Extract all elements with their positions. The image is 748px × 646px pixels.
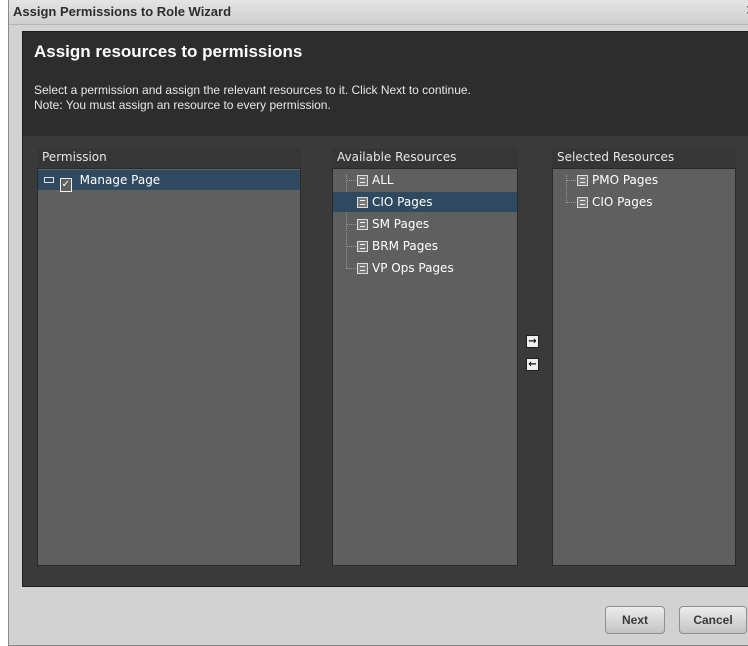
panel-header: Assign resources to permissions Select a…: [23, 32, 748, 136]
available-item-label: CIO Pages: [372, 195, 433, 209]
wizard-dialog: Assign Permissions to Role Wizard × Assi…: [8, 0, 748, 646]
available-item-all[interactable]: ALL: [357, 170, 394, 190]
tree-connector: [346, 175, 347, 269]
permission-column-header: Permission: [37, 148, 301, 168]
available-item-sm-pages[interactable]: SM Pages: [357, 214, 429, 234]
selected-item-label: PMO Pages: [592, 173, 659, 187]
resource-icon: [577, 175, 588, 186]
permission-list[interactable]: ✓ Manage Page: [37, 168, 301, 566]
title-bar: Assign Permissions to Role Wizard ×: [9, 0, 748, 25]
selected-resources-list[interactable]: PMO Pages CIO Pages: [552, 168, 736, 566]
tree-branch: [346, 268, 356, 269]
resource-icon: [357, 175, 368, 186]
resource-icon: [577, 197, 588, 208]
available-item-label: VP Ops Pages: [372, 261, 454, 275]
cancel-button[interactable]: Cancel: [679, 606, 747, 634]
tree-branch: [346, 180, 356, 181]
tree-branch: [346, 224, 356, 225]
resource-icon: [357, 197, 368, 208]
permission-item-manage-page[interactable]: ✓ Manage Page: [38, 170, 300, 192]
available-item-label: BRM Pages: [372, 239, 439, 253]
remove-resource-arrow-icon[interactable]: ←: [526, 358, 539, 371]
collapse-icon[interactable]: [44, 177, 54, 183]
selected-item-cio-pages[interactable]: CIO Pages: [577, 192, 652, 212]
content-panel: Assign resources to permissions Select a…: [22, 31, 748, 587]
tree-branch: [566, 202, 576, 203]
document-check-icon: ✓: [59, 178, 72, 192]
available-item-vp-ops-pages[interactable]: VP Ops Pages: [357, 258, 454, 278]
instructions: Select a permission and assign the relev…: [34, 83, 471, 113]
permission-item-label: Manage Page: [79, 173, 161, 187]
selected-item-label: CIO Pages: [592, 195, 653, 209]
resource-icon: [357, 263, 368, 274]
add-resource-arrow-icon[interactable]: →: [526, 335, 539, 348]
available-resources-list[interactable]: ALL CIO Pages SM Pages BRM Pages VP Ops …: [332, 168, 518, 566]
next-button[interactable]: Next: [605, 606, 665, 634]
instructions-line-1: Select a permission and assign the relev…: [34, 83, 471, 97]
selected-column-header: Selected Resources: [552, 148, 736, 168]
available-item-label: SM Pages: [372, 217, 430, 231]
available-item-cio-pages[interactable]: CIO Pages: [333, 192, 517, 212]
available-column-header: Available Resources: [332, 148, 518, 168]
instructions-line-2: Note: You must assign an resource to eve…: [34, 98, 331, 112]
selected-item-pmo-pages[interactable]: PMO Pages: [577, 170, 658, 190]
tree-branch: [346, 246, 356, 247]
resource-icon: [357, 219, 368, 230]
resource-icon: [357, 241, 368, 252]
available-item-label: ALL: [372, 173, 394, 187]
page-title: Assign resources to permissions: [34, 42, 303, 61]
available-item-brm-pages[interactable]: BRM Pages: [357, 236, 438, 256]
tree-branch: [566, 180, 576, 181]
window-title: Assign Permissions to Role Wizard: [13, 4, 232, 19]
